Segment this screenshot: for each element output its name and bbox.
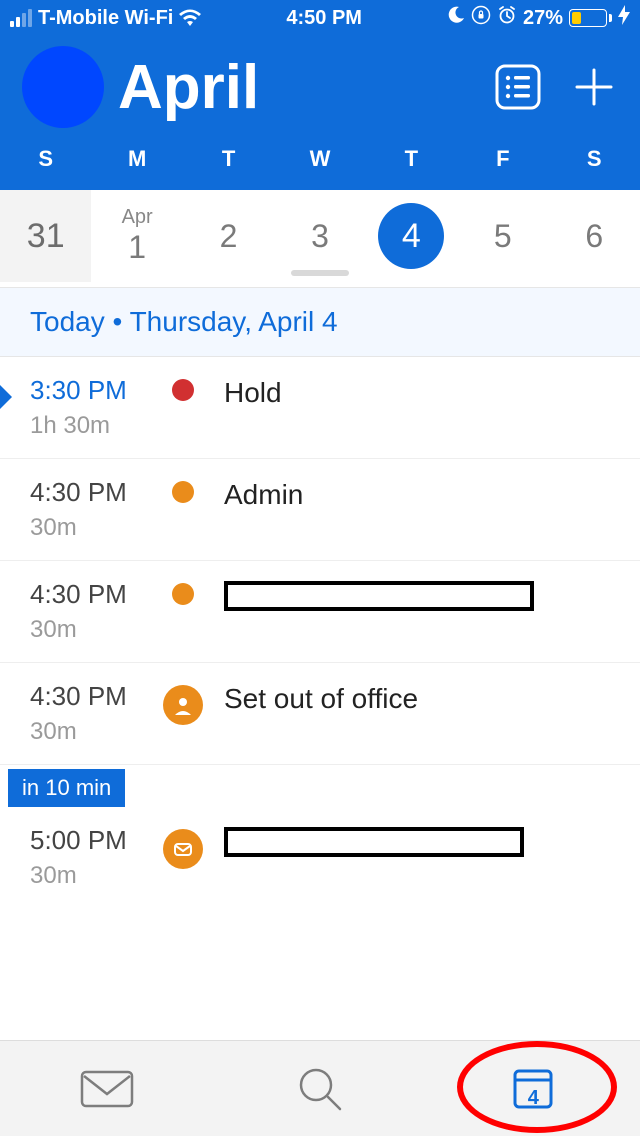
app-header: T-Mobile Wi-Fi 4:50 PM 27% bbox=[0, 0, 640, 190]
event-duration: 1h 30m bbox=[30, 412, 160, 440]
month-title[interactable]: April bbox=[118, 52, 466, 123]
person-icon bbox=[163, 685, 203, 725]
search-icon bbox=[296, 1065, 344, 1113]
dow-label: W bbox=[274, 146, 365, 172]
event-time: 4:30 PM bbox=[30, 579, 160, 610]
battery-pct-label: 27% bbox=[523, 7, 563, 30]
event-time: 5:00 PM bbox=[30, 825, 160, 856]
today-header: Today • Thursday, April 4 bbox=[0, 287, 640, 357]
day-cell-selected[interactable]: 4 bbox=[366, 190, 457, 282]
event-title-redacted bbox=[224, 581, 534, 611]
status-time: 4:50 PM bbox=[201, 7, 447, 30]
dow-label: T bbox=[183, 146, 274, 172]
event-duration: 30m bbox=[30, 616, 160, 644]
dow-label: F bbox=[457, 146, 548, 172]
week-strip[interactable]: 31 Apr 1 2 3 4 5 6 bbox=[0, 190, 640, 282]
event-title: Hold bbox=[224, 377, 620, 409]
event-duration: 30m bbox=[30, 718, 160, 746]
event-time: 4:30 PM bbox=[30, 681, 160, 712]
alarm-icon bbox=[497, 5, 517, 31]
tab-calendar[interactable]: 4 bbox=[427, 1041, 640, 1136]
cell-signal-icon bbox=[10, 9, 32, 27]
event-row[interactable]: 4:30 PM 30m bbox=[0, 561, 640, 663]
event-row[interactable]: 5:00 PM 30m bbox=[0, 807, 640, 908]
event-time: 3:30 PM bbox=[30, 375, 160, 406]
dnd-moon-icon bbox=[447, 6, 465, 30]
event-title: Set out of office bbox=[224, 683, 620, 715]
day-cell[interactable]: 2 bbox=[183, 190, 274, 282]
calendar-dot-icon bbox=[172, 481, 194, 503]
wifi-icon bbox=[179, 9, 201, 27]
dow-label: S bbox=[0, 146, 91, 172]
new-event-button[interactable] bbox=[570, 63, 618, 111]
dow-label: M bbox=[91, 146, 182, 172]
day-cell[interactable]: 3 bbox=[274, 190, 365, 282]
agenda-list[interactable]: 3:30 PM 1h 30m Hold 4:30 PM 30m Admin 4:… bbox=[0, 357, 640, 908]
avatar[interactable] bbox=[22, 46, 104, 128]
event-row[interactable]: 3:30 PM 1h 30m Hold bbox=[0, 357, 640, 459]
battery-icon bbox=[569, 9, 612, 27]
header-title-row: April bbox=[0, 36, 640, 146]
event-duration: 30m bbox=[30, 514, 160, 542]
event-row[interactable]: 4:30 PM 30m Set out of office bbox=[0, 663, 640, 765]
event-title: Admin bbox=[224, 479, 620, 511]
calendar-tab-day-number: 4 bbox=[528, 1087, 539, 1110]
mail-icon bbox=[78, 1068, 136, 1110]
status-bar: T-Mobile Wi-Fi 4:50 PM 27% bbox=[0, 0, 640, 36]
day-cell-prev-month[interactable]: 31 bbox=[0, 190, 91, 282]
bottom-tab-bar: 4 bbox=[0, 1040, 640, 1136]
event-title-redacted bbox=[224, 827, 524, 857]
calendar-dot-icon bbox=[172, 583, 194, 605]
day-cell[interactable]: 5 bbox=[457, 190, 548, 282]
dow-label: T bbox=[366, 146, 457, 172]
tab-mail[interactable] bbox=[0, 1041, 213, 1136]
day-cell[interactable]: Apr 1 bbox=[91, 190, 182, 282]
event-duration: 30m bbox=[30, 862, 160, 890]
calendar-dot-icon bbox=[172, 379, 194, 401]
charging-bolt-icon bbox=[618, 5, 630, 31]
event-countdown-pill: in 10 min bbox=[8, 769, 125, 807]
day-of-week-row: S M T W T F S bbox=[0, 146, 640, 190]
day-cell[interactable]: 6 bbox=[549, 190, 640, 282]
agenda-list-button[interactable] bbox=[494, 63, 542, 111]
month-abbrev-label: Apr bbox=[122, 207, 153, 227]
orientation-lock-icon bbox=[471, 5, 491, 31]
tab-search[interactable] bbox=[213, 1041, 426, 1136]
event-row[interactable]: 4:30 PM 30m Admin bbox=[0, 459, 640, 561]
carrier-label: T-Mobile Wi-Fi bbox=[38, 7, 173, 30]
mail-icon bbox=[163, 829, 203, 869]
event-time: 4:30 PM bbox=[30, 477, 160, 508]
dow-label: S bbox=[549, 146, 640, 172]
